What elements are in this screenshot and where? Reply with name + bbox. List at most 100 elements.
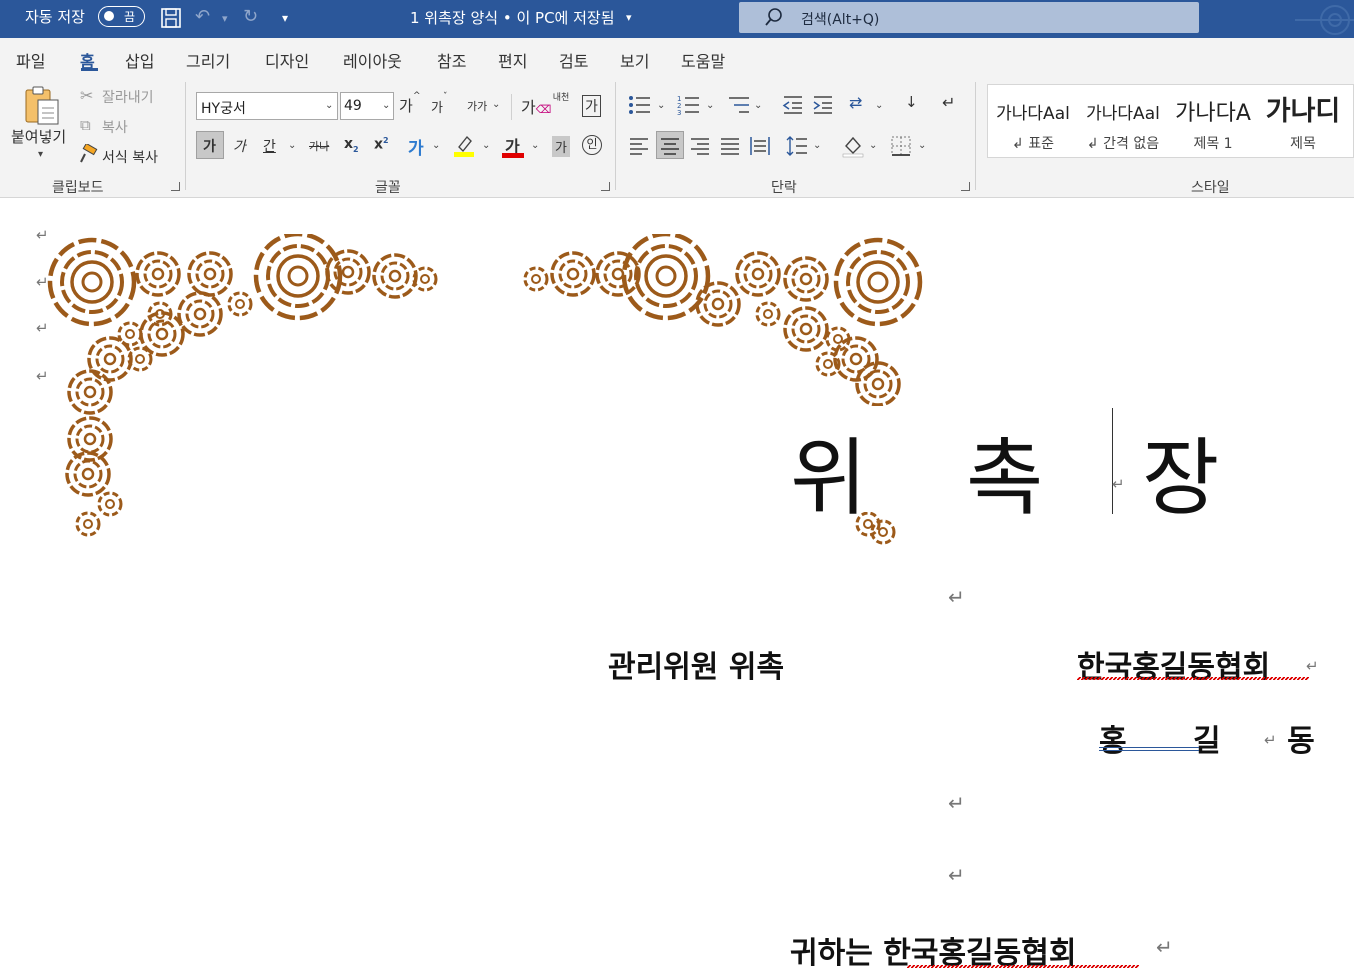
align-left-icon[interactable] <box>629 136 649 156</box>
text-direction-icon[interactable]: ⇄ <box>849 93 862 112</box>
bullets-icon[interactable] <box>628 94 652 116</box>
strikethrough-button[interactable]: 가나 <box>309 138 329 154</box>
style-name: 제목 <box>1290 136 1316 152</box>
phonetic-guide-button[interactable]: 내천 <box>551 93 571 103</box>
borders-dropdown-icon[interactable]: ⌄ <box>918 140 926 151</box>
bold-button[interactable]: 가 <box>203 136 216 156</box>
cut-button[interactable]: 잘라내기 <box>102 87 154 107</box>
format-painter-button[interactable]: 서식 복사 <box>102 147 158 167</box>
ribbon: 붙여넣기 ▾ ✂ 잘라내기 ⧉ 복사 서식 복사 클립보드 HY궁서 ⌄ 49 … <box>0 76 1354 198</box>
enclosed-character-button[interactable]: 인 <box>582 135 602 155</box>
autosave-toggle[interactable]: 끔 <box>98 6 145 27</box>
text-effects-dropdown-icon[interactable]: ⌄ <box>432 140 440 151</box>
tab-insert[interactable]: 삽입 <box>125 48 154 72</box>
clear-formatting-button[interactable]: 가⌫ <box>521 94 551 118</box>
tab-help[interactable]: 도움말 <box>681 48 725 72</box>
paste-button[interactable]: 붙여넣기 <box>11 126 66 147</box>
undo-icon[interactable]: ↶ <box>195 6 210 27</box>
change-case-button[interactable]: 가가 <box>467 98 487 114</box>
italic-button[interactable]: 가 <box>233 136 246 156</box>
font-color-dropdown-icon[interactable]: ⌄ <box>531 140 539 151</box>
paste-icon[interactable] <box>22 84 62 126</box>
paragraph-mark: ↵ <box>1264 731 1277 749</box>
style-heading-1[interactable]: 가나다A 제목 1 <box>1168 85 1258 159</box>
multilevel-list-icon[interactable] <box>727 94 751 116</box>
save-icon[interactable] <box>160 7 182 29</box>
paste-dropdown-icon[interactable]: ▾ <box>38 149 43 160</box>
show-marks-icon[interactable]: ↵ <box>942 93 955 112</box>
spelling-squiggle <box>1077 677 1309 680</box>
character-shading-button[interactable]: 가 <box>552 136 570 157</box>
shading-dropdown-icon[interactable]: ⌄ <box>869 140 877 151</box>
enclose-character-button[interactable]: 가 <box>582 95 601 117</box>
change-case-dropdown-icon[interactable]: ⌄ <box>492 99 500 110</box>
borders-icon[interactable] <box>890 135 912 157</box>
paragraph-launcher-icon[interactable] <box>961 182 970 191</box>
undo-dropdown-icon[interactable]: ▾ <box>222 12 228 25</box>
highlight-icon[interactable] <box>453 133 475 157</box>
document-canvas[interactable]: ↵ ↵ ↵ ↵ 위 촉 장 ↵ ↵ 관리위원 위촉 한국홍길동협회 ↵ 홍 길 … <box>0 199 1354 978</box>
grow-font-button[interactable]: 가 <box>399 95 413 116</box>
text-effects-button[interactable]: 가 <box>408 134 424 159</box>
font-name-dropdown-icon[interactable]: ⌄ <box>325 100 333 111</box>
search-box[interactable]: 검색(Alt+Q) <box>739 2 1199 33</box>
floral-ornament-left <box>40 234 438 537</box>
customize-qat-icon[interactable]: ▾ <box>282 11 288 25</box>
shrink-font-icon: ˇ <box>443 92 448 102</box>
highlight-dropdown-icon[interactable]: ⌄ <box>482 140 490 151</box>
font-name-input[interactable]: HY궁서 <box>196 92 338 120</box>
distributed-icon[interactable] <box>750 136 770 156</box>
copy-icon[interactable]: ⧉ <box>80 116 91 134</box>
tab-layout[interactable]: 레이아웃 <box>343 48 402 72</box>
shading-icon[interactable] <box>842 134 864 158</box>
highlight-swatch <box>454 152 474 157</box>
style-no-spacing[interactable]: 가나다Aal ↲ 간격 없음 <box>1078 85 1168 159</box>
cut-icon[interactable]: ✂ <box>80 86 93 105</box>
style-normal[interactable]: 가나다Aal ↲ 표준 <box>988 85 1078 159</box>
align-center-icon[interactable] <box>660 136 680 156</box>
tab-view[interactable]: 보기 <box>620 48 649 72</box>
tab-mailings[interactable]: 편지 <box>498 48 527 72</box>
tab-review[interactable]: 검토 <box>559 48 588 72</box>
tab-references[interactable]: 참조 <box>437 48 466 72</box>
style-title[interactable]: 가나디 제목 <box>1258 85 1348 159</box>
line-spacing-dropdown-icon[interactable]: ⌄ <box>813 140 821 151</box>
underline-button[interactable]: 간 <box>263 136 276 156</box>
numbering-icon[interactable]: 123 <box>677 94 701 116</box>
format-painter-icon[interactable] <box>78 144 98 164</box>
svg-text:3: 3 <box>677 109 681 116</box>
font-launcher-icon[interactable] <box>601 182 610 191</box>
numbering-dropdown-icon[interactable]: ⌄ <box>706 100 714 111</box>
sort-icon[interactable]: ↓ <box>905 93 918 111</box>
title-dropdown-icon[interactable]: ▾ <box>626 11 632 24</box>
font-group-label: 글꼴 <box>375 180 401 196</box>
font-size-dropdown-icon[interactable]: ⌄ <box>382 100 390 111</box>
document-title[interactable]: 1 위촉장 양식 • 이 PC에 저장됨 <box>410 7 615 28</box>
tab-draw[interactable]: 그리기 <box>186 48 230 72</box>
text-direction-dropdown-icon[interactable]: ⌄ <box>875 100 883 111</box>
recipient-name[interactable]: 홍 길 동 <box>1099 716 1343 760</box>
shrink-font-button[interactable]: 가 <box>431 97 443 116</box>
bullets-dropdown-icon[interactable]: ⌄ <box>657 100 665 111</box>
multilevel-dropdown-icon[interactable]: ⌄ <box>754 100 762 111</box>
text-cursor <box>1112 408 1113 514</box>
group-separator <box>185 82 186 190</box>
redo-icon[interactable]: ↻ <box>243 6 258 27</box>
increase-indent-icon[interactable] <box>812 94 834 116</box>
paragraph-mark: ↵ <box>1306 657 1319 675</box>
position-text[interactable]: 관리위원 위촉 <box>608 642 784 686</box>
tab-file[interactable]: 파일 <box>16 48 45 72</box>
style-preview: 가나디 <box>1265 96 1341 127</box>
underline-dropdown-icon[interactable]: ⌄ <box>288 140 296 151</box>
certificate-title[interactable]: 위 촉 장 <box>790 411 1255 532</box>
superscript-button[interactable]: x2 <box>374 136 389 153</box>
tab-design[interactable]: 디자인 <box>265 48 309 72</box>
search-placeholder: 검색(Alt+Q) <box>801 12 880 28</box>
line-spacing-icon[interactable] <box>786 135 808 157</box>
justify-icon[interactable] <box>720 136 740 156</box>
copy-button[interactable]: 복사 <box>102 117 128 137</box>
subscript-button[interactable]: x2 <box>344 136 359 154</box>
clipboard-launcher-icon[interactable] <box>171 182 180 191</box>
decrease-indent-icon[interactable] <box>782 94 804 116</box>
align-right-icon[interactable] <box>690 136 710 156</box>
